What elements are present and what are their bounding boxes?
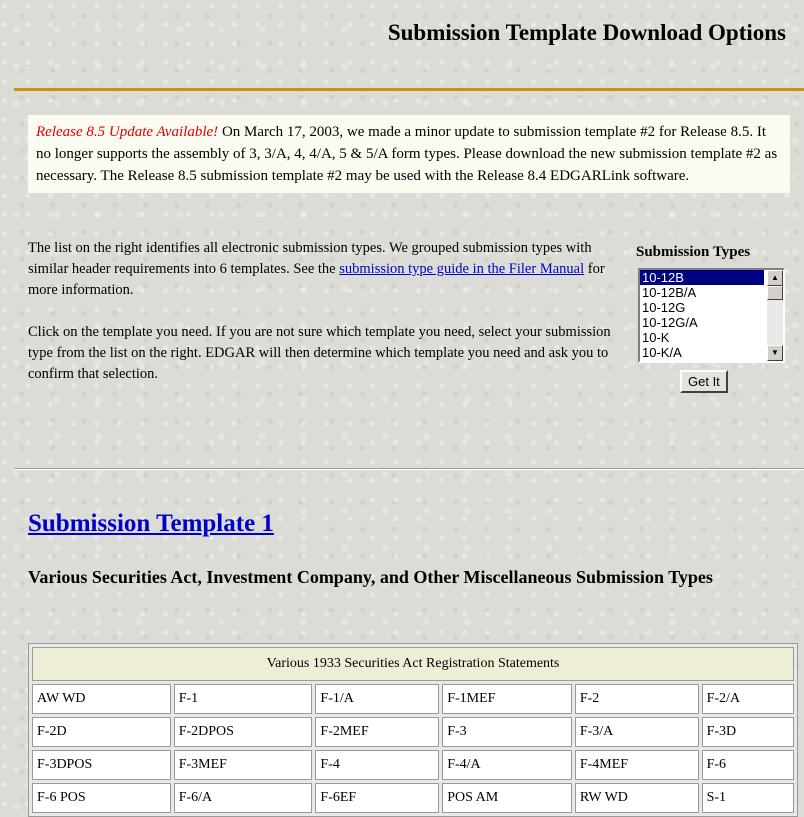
section-divider <box>14 468 804 469</box>
table-cell: F-4/A <box>442 750 572 780</box>
listbox-option[interactable]: 10-12B <box>640 270 764 285</box>
update-notice: Release 8.5 Update Available! On March 1… <box>28 115 790 193</box>
table-cell: RW WD <box>574 783 699 813</box>
listbox-option[interactable]: 10-K/A <box>640 345 764 360</box>
table-row: F-2D F-2DPOS F-2MEF F-3 F-3/A F-3D <box>32 717 794 747</box>
table-caption: Various 1933 Securities Act Registration… <box>32 647 794 681</box>
intro-text: The list on the right identifies all ele… <box>28 238 618 406</box>
listbox-option[interactable]: 10-K <box>640 330 764 345</box>
table-cell: F-2D <box>32 717 171 747</box>
table-row: AW WD F-1 F-1/A F-1MEF F-2 F-2/A <box>32 684 794 714</box>
template-1-link[interactable]: Submission Template 1 <box>28 510 274 537</box>
page-title: Submission Template Download Options <box>387 20 786 45</box>
submission-types-panel: Submission Types 10-12B 10-12B/A 10-12G … <box>628 244 798 393</box>
table-row: F-3DPOS F-3MEF F-4 F-4/A F-4MEF F-6 <box>32 750 794 780</box>
scroll-up-arrow-icon[interactable]: ▲ <box>767 270 783 286</box>
template-1-subheading: Various Securities Act, Investment Compa… <box>28 567 713 587</box>
table-row: F-6 POS F-6/A F-6EF POS AM RW WD S-1 <box>32 783 794 813</box>
table-cell: AW WD <box>32 684 171 714</box>
table-cell: F-6 <box>701 750 794 780</box>
listbox-scrollbar[interactable]: ▲ ▼ <box>767 270 783 361</box>
table-cell: F-2 <box>574 684 699 714</box>
table-cell: F-2DPOS <box>173 717 313 747</box>
listbox-option[interactable]: 10-12G/A <box>640 315 764 330</box>
table-cell: F-4MEF <box>574 750 699 780</box>
table-cell: POS AM <box>442 783 572 813</box>
table-cell: F-2/A <box>701 684 794 714</box>
table-cell: F-2MEF <box>315 717 440 747</box>
table-cell: F-6/A <box>173 783 313 813</box>
get-it-button[interactable]: Get It <box>680 370 728 393</box>
listbox-option[interactable]: 10-12B/A <box>640 285 764 300</box>
table-cell: F-1/A <box>315 684 440 714</box>
listbox-option[interactable]: 10-12G <box>640 300 764 315</box>
scroll-down-arrow-icon[interactable]: ▼ <box>767 345 783 361</box>
table-cell: S-1 <box>701 783 794 813</box>
intro-paragraph-1: The list on the right identifies all ele… <box>28 238 618 301</box>
update-highlight: Release 8.5 Update Available! <box>36 124 219 140</box>
table-cell: F-3/A <box>574 717 699 747</box>
table-cell: F-3MEF <box>173 750 313 780</box>
table-cell: F-6EF <box>315 783 440 813</box>
table-cell: F-4 <box>315 750 440 780</box>
submission-types-heading: Submission Types <box>636 244 751 260</box>
submission-types-listbox[interactable]: 10-12B 10-12B/A 10-12G 10-12G/A 10-K 10-… <box>638 268 785 363</box>
table-cell: F-1MEF <box>442 684 572 714</box>
intro-paragraph-2: Click on the template you need. If you a… <box>28 324 611 382</box>
table-cell: F-3DPOS <box>32 750 171 780</box>
scrollbar-thumb[interactable] <box>767 286 783 300</box>
filer-manual-link[interactable]: submission type guide in the Filer Manua… <box>339 261 584 277</box>
table-cell: F-3D <box>701 717 794 747</box>
table-cell: F-1 <box>173 684 313 714</box>
table-cell: F-3 <box>442 717 572 747</box>
template-1-heading: Submission Template 1 <box>28 510 274 538</box>
securities-act-table: Various 1933 Securities Act Registration… <box>28 643 798 817</box>
header-rule <box>14 88 804 91</box>
table-cell: F-6 POS <box>32 783 171 813</box>
